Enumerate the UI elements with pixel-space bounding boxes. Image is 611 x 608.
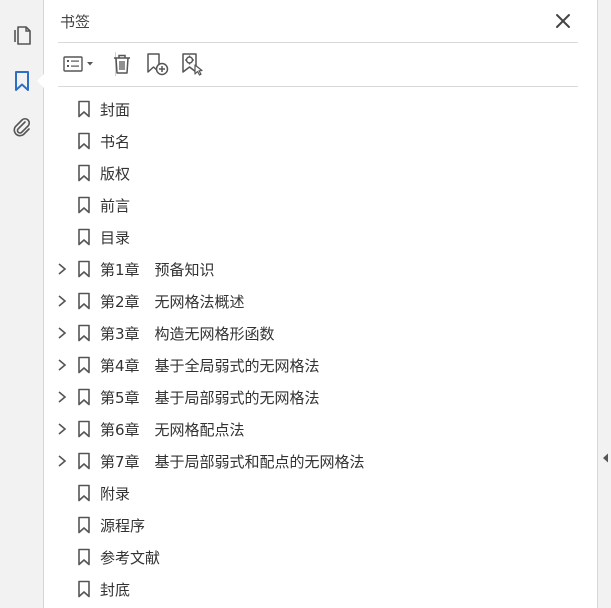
bookmark-label[interactable]: 第7章 基于局部弱式和配点的无网格法 [100,451,365,472]
bookmark-icon [78,132,90,150]
bookmark-item[interactable]: 封面 [44,93,598,125]
bookmark-item[interactable]: 第5章 基于局部弱式的无网格法 [44,381,598,413]
bookmark-item[interactable]: 书名 [44,125,598,157]
attachments-button[interactable] [0,110,43,144]
bookmark-label[interactable]: 附录 [100,483,130,504]
bookmarks-toolbar [58,50,578,78]
bookmark-icon [78,484,90,502]
bookmark-label[interactable]: 参考文献 [100,547,160,568]
bookmark-icon [78,164,90,182]
bookmark-item[interactable]: 目录 [44,221,598,253]
chevron-right-icon[interactable] [56,453,68,469]
chevron-right-icon[interactable] [56,389,68,405]
trash-icon [114,54,130,74]
bookmark-label[interactable]: 书名 [100,131,130,152]
bookmark-item[interactable]: 第2章 无网格法概述 [44,285,598,317]
bookmark-icon [78,324,90,342]
bookmark-label[interactable]: 第4章 基于全局弱式的无网格法 [100,355,320,376]
bookmark-label[interactable]: 版权 [100,163,130,184]
bookmark-icon [78,452,90,470]
find-bookmark-icon [182,53,203,76]
bookmark-item[interactable]: 源程序 [44,509,598,541]
bookmark-item[interactable]: 第6章 无网格配点法 [44,413,598,445]
bookmark-icon [78,292,90,310]
divider [58,42,578,43]
bookmark-label[interactable]: 封面 [100,99,130,120]
bookmark-label[interactable]: 源程序 [100,515,145,536]
navigation-rail [0,0,44,608]
options-menu-button[interactable] [58,50,98,78]
bookmark-icon [78,516,90,534]
bookmarks-button[interactable] [0,64,44,98]
bookmark-label[interactable]: 第5章 基于局部弱式的无网格法 [100,387,320,408]
bookmark-label[interactable]: 第6章 无网格配点法 [100,419,245,440]
bookmark-label[interactable]: 前言 [100,195,130,216]
bookmark-icon [78,260,90,278]
chevron-right-icon[interactable] [56,357,68,373]
panel-splitter[interactable] [597,0,611,608]
chevron-right-icon[interactable] [56,325,68,341]
bookmark-icon [78,548,90,566]
bookmark-icon [78,228,90,246]
bookmark-icon [78,356,90,374]
bookmark-item[interactable]: 第4章 基于全局弱式的无网格法 [44,349,598,381]
chevron-down-icon [86,62,93,66]
list-options-icon [62,56,83,72]
page-thumbnails-button[interactable] [0,18,43,52]
bookmark-icon [78,420,90,438]
bookmark-item[interactable]: 前言 [44,189,598,221]
divider [58,86,578,87]
close-icon [556,14,570,28]
delete-bookmark-button[interactable] [110,50,134,78]
bookmark-item[interactable]: 参考文献 [44,541,598,573]
collapse-panel-button[interactable] [600,449,610,467]
bookmark-icon [78,196,90,214]
bookmark-icon [78,580,90,598]
page-thumbnails-icon [13,26,31,45]
bookmark-icon [14,71,29,91]
panel-title: 书签 [60,13,91,31]
new-bookmark-icon [147,53,169,76]
bookmark-item[interactable]: 第7章 基于局部弱式和配点的无网格法 [44,445,598,477]
bookmark-item[interactable]: 第3章 构造无网格形函数 [44,317,598,349]
bookmark-label[interactable]: 第2章 无网格法概述 [100,291,245,312]
bookmark-label[interactable]: 封底 [100,579,130,600]
paperclip-icon [13,117,30,137]
close-panel-button[interactable] [553,11,573,31]
find-current-bookmark-button[interactable] [179,50,205,78]
chevron-right-icon[interactable] [56,261,68,277]
chevron-right-icon[interactable] [56,421,68,437]
bookmark-icon [78,100,90,118]
bookmark-label[interactable]: 第1章 预备知识 [100,259,215,280]
bookmark-label[interactable]: 目录 [100,227,130,248]
chevron-left-icon [602,453,608,463]
bookmark-icon [78,388,90,406]
bookmarks-panel: 书签 封面 书名 版权 前言 目录 第1章 预备知识 第2章 无网格法概述 第3… [44,0,598,608]
bookmark-item[interactable]: 附录 [44,477,598,509]
bookmark-label[interactable]: 第3章 构造无网格形函数 [100,323,275,344]
chevron-right-icon[interactable] [56,293,68,309]
bookmark-item[interactable]: 第1章 预备知识 [44,253,598,285]
bookmark-item[interactable]: 封底 [44,573,598,605]
new-bookmark-button[interactable] [144,50,170,78]
bookmark-item[interactable]: 版权 [44,157,598,189]
